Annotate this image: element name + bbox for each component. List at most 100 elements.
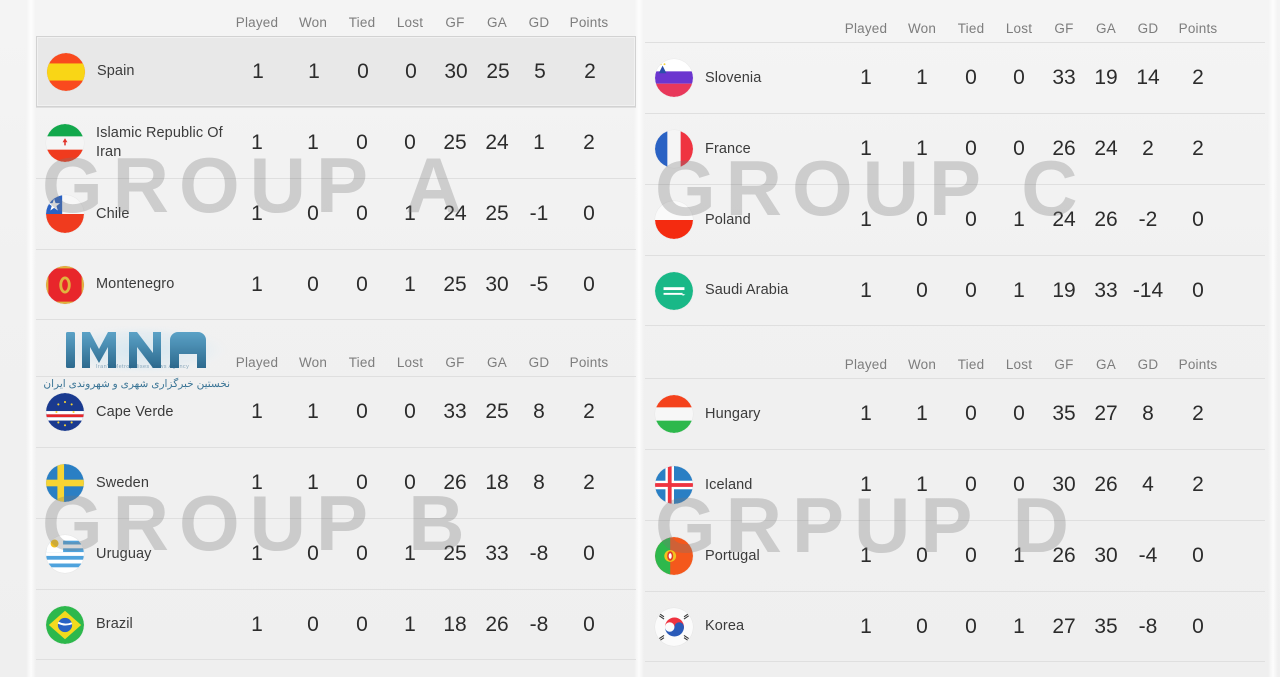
poland-flag xyxy=(655,201,693,239)
team-name: France xyxy=(705,140,751,157)
header-lost: Lost xyxy=(396,354,424,370)
header-played: Played xyxy=(235,14,279,30)
cell-ga: 27 xyxy=(1094,402,1118,425)
cell-tied: 0 xyxy=(356,400,368,423)
cell-tied: 0 xyxy=(965,614,977,638)
cell-tied: 0 xyxy=(356,202,368,225)
cell-ga: 30 xyxy=(485,272,509,296)
team-cell: Iceland xyxy=(645,466,835,504)
header-played: Played xyxy=(844,356,888,372)
cell-gd: -8 xyxy=(529,612,549,636)
spain-flag xyxy=(47,52,85,91)
cell-played: 1 xyxy=(860,66,872,89)
table-row[interactable]: Uruguay 1 0 0 1 25 33 -8 0 xyxy=(36,518,636,589)
header-lost: Lost xyxy=(1005,20,1033,36)
cell-gd: -8 xyxy=(1138,614,1158,638)
capeverde-flag xyxy=(46,393,84,431)
brazil-flag xyxy=(46,605,84,644)
cell-won: 0 xyxy=(307,542,319,565)
montenegro-flag xyxy=(46,265,84,304)
cell-gd: -8 xyxy=(529,542,549,565)
cell-played: 1 xyxy=(251,131,263,154)
cell-gd: -4 xyxy=(1138,544,1158,567)
table-row[interactable]: Portugal 1 0 0 1 26 30 -4 0 xyxy=(645,520,1265,591)
cell-gf: 25 xyxy=(443,272,467,296)
cell-points: 2 xyxy=(583,131,595,154)
table-row[interactable]: Iceland 1 1 0 0 30 26 4 2 xyxy=(645,449,1265,520)
iran-flag xyxy=(46,124,84,162)
cell-played: 1 xyxy=(860,473,872,496)
cell-lost: 0 xyxy=(1013,66,1025,89)
cell-gd: 14 xyxy=(1136,66,1160,89)
team-name: Hungary xyxy=(705,405,761,422)
cell-tied: 0 xyxy=(965,473,977,496)
header-gd: GD xyxy=(528,354,550,370)
cell-won: 0 xyxy=(307,612,319,636)
header-won: Won xyxy=(298,354,328,370)
cell-won: 0 xyxy=(916,544,928,567)
cell-won: 1 xyxy=(916,402,928,425)
cell-ga: 33 xyxy=(485,542,509,565)
cell-played: 1 xyxy=(860,614,872,638)
table-row[interactable]: France 1 1 0 0 26 24 2 2 xyxy=(645,113,1265,184)
cell-ga: 35 xyxy=(1094,614,1118,638)
cell-gd: -2 xyxy=(1138,208,1158,231)
cell-tied: 0 xyxy=(356,471,368,494)
cell-ga: 24 xyxy=(1094,137,1118,160)
cell-won: 1 xyxy=(916,473,928,496)
cell-played: 1 xyxy=(860,278,872,302)
header-gd: GD xyxy=(1137,20,1159,36)
header-lost: Lost xyxy=(396,14,424,30)
cell-played: 1 xyxy=(252,59,264,83)
group-b-block: Played Won Tied Lost GF GA GD Points Cap… xyxy=(36,348,636,660)
cell-points: 2 xyxy=(1192,473,1204,496)
header-points: Points xyxy=(1178,356,1218,372)
team-cell: Cape Verde xyxy=(36,393,226,431)
table-row[interactable]: Slovenia 1 1 0 0 33 19 14 2 xyxy=(645,42,1265,113)
cell-points: 0 xyxy=(1192,544,1204,567)
cell-won: 0 xyxy=(307,202,319,225)
cell-lost: 1 xyxy=(1013,544,1025,567)
team-cell: Spain xyxy=(37,52,227,91)
team-cell: Slovenia xyxy=(645,59,835,97)
cell-won: 0 xyxy=(916,614,928,638)
table-row[interactable]: Saudi Arabia 1 0 0 1 19 33 -14 0 xyxy=(645,255,1265,326)
cell-played: 1 xyxy=(860,208,872,231)
table-row[interactable]: Brazil 1 0 0 1 18 26 -8 0 xyxy=(36,589,636,660)
table-row[interactable]: Spain 1 1 0 0 30 25 5 2 xyxy=(36,36,636,107)
cell-played: 1 xyxy=(860,402,872,425)
group-c-block: Played Won Tied Lost GF GA GD Points Slo… xyxy=(645,14,1265,326)
cell-lost: 1 xyxy=(1013,614,1025,638)
header-won: Won xyxy=(907,356,937,372)
uruguay-flag xyxy=(46,535,84,573)
header-played: Played xyxy=(235,354,279,370)
table-row[interactable]: Sweden 1 1 0 0 26 18 8 2 xyxy=(36,447,636,518)
cell-won: 1 xyxy=(307,400,319,423)
cell-lost: 0 xyxy=(405,59,417,83)
cell-gf: 26 xyxy=(1052,544,1076,567)
table-row[interactable]: Cape Verde 1 1 0 0 33 25 8 2 xyxy=(36,376,636,447)
cell-gf: 33 xyxy=(1052,66,1076,89)
table-row[interactable]: Islamic Republic Of Iran 1 1 0 0 25 24 1 2 xyxy=(36,107,636,178)
cell-points: 2 xyxy=(1192,66,1204,89)
cell-points: 0 xyxy=(583,542,595,565)
table-row[interactable]: Hungary 1 1 0 0 35 27 8 2 xyxy=(645,378,1265,449)
cell-points: 0 xyxy=(1192,278,1204,302)
team-cell: Hungary xyxy=(645,395,835,433)
table-row[interactable]: Montenegro 1 0 0 1 25 30 -5 0 xyxy=(36,249,636,320)
table-row[interactable]: Chile 1 0 0 1 24 25 -1 0 xyxy=(36,178,636,249)
team-cell: Portugal xyxy=(645,537,835,575)
cell-tied: 0 xyxy=(965,544,977,567)
header-lost: Lost xyxy=(1005,356,1033,372)
table-row[interactable]: Korea 1 0 0 1 27 35 -8 0 xyxy=(645,591,1265,662)
cell-tied: 0 xyxy=(356,131,368,154)
team-name: Chile xyxy=(96,205,130,222)
table-row[interactable]: Poland 1 0 0 1 24 26 -2 0 xyxy=(645,184,1265,255)
slovenia-flag xyxy=(655,59,693,97)
team-name: Portugal xyxy=(705,547,760,564)
cell-gf: 24 xyxy=(1052,208,1076,231)
header-points: Points xyxy=(569,14,609,30)
header-won: Won xyxy=(298,14,328,30)
header-played: Played xyxy=(844,20,888,36)
group-d-block: Played Won Tied Lost GF GA GD Points Hun… xyxy=(645,350,1265,662)
